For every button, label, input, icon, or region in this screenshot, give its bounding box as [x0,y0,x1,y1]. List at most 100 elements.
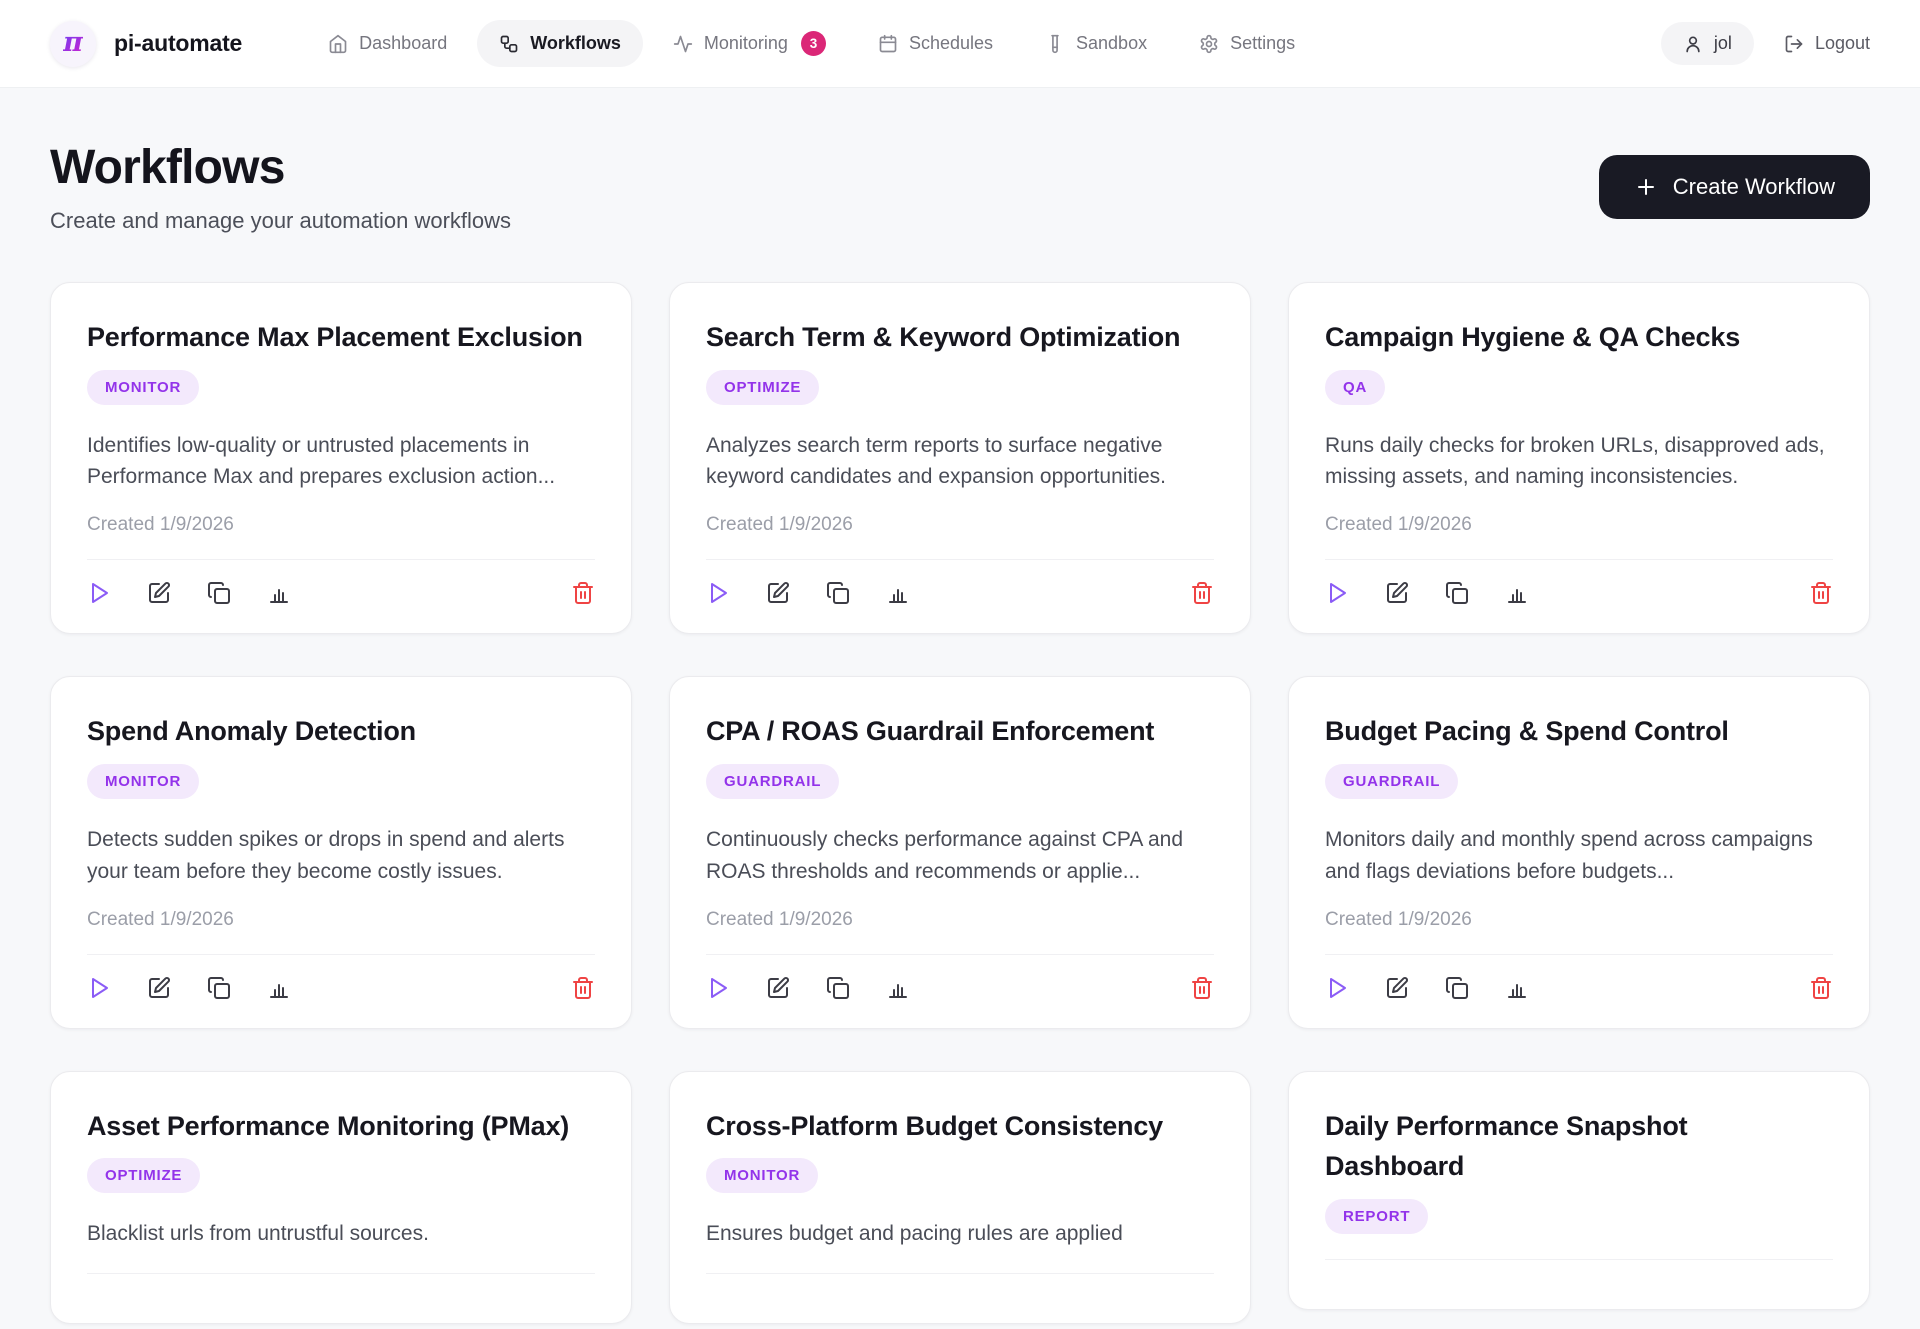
workflow-actions [87,1273,595,1295]
duplicate-workflow-button[interactable] [1445,581,1469,605]
duplicate-workflow-button[interactable] [826,581,850,605]
logout-label: Logout [1815,33,1870,54]
nav-item-monitoring[interactable]: Monitoring 3 [651,18,848,69]
monitoring-count-badge: 3 [801,31,826,56]
workflow-created-date: Created 1/9/2026 [706,514,1214,536]
workflow-actions [706,1273,1214,1295]
duplicate-workflow-button[interactable] [207,976,231,1000]
workflow-created-date: Created 1/9/2026 [706,909,1214,931]
edit-workflow-button[interactable] [147,976,171,1000]
workflow-title: Cross-Platform Budget Consistency [706,1106,1214,1147]
trash-icon [1190,976,1214,1000]
delete-workflow-button[interactable] [571,976,595,1000]
edit-icon [1385,976,1409,1000]
edit-workflow-button[interactable] [766,581,790,605]
delete-workflow-button[interactable] [571,581,595,605]
username: jol [1714,33,1732,54]
activity-icon [673,34,693,54]
badge-row: MONITOR [706,1158,1214,1193]
badge-row: REPORT [1325,1199,1833,1234]
workflow-stats-button[interactable] [1505,976,1529,1000]
delete-workflow-button[interactable] [1809,581,1833,605]
workflow-description: Detects sudden spikes or drops in spend … [87,824,595,888]
create-workflow-button[interactable]: Create Workflow [1599,155,1870,219]
workflow-description: Continuously checks performance against … [706,824,1214,888]
workflow-title: Asset Performance Monitoring (PMax) [87,1106,595,1147]
nav-item-workflows[interactable]: Workflows [477,20,643,67]
calendar-icon [878,34,898,54]
workflow-title: CPA / ROAS Guardrail Enforcement [706,711,1214,752]
gear-icon [1199,34,1219,54]
nav-item-sandbox[interactable]: Sandbox [1023,20,1169,67]
workflow-created-date: Created 1/9/2026 [1325,514,1833,536]
bar-chart-icon [1505,976,1529,1000]
workflow-stats-button[interactable] [886,581,910,605]
bar-chart-icon [267,581,291,605]
copy-icon [1445,976,1469,1000]
nav-item-label: Settings [1230,33,1295,54]
workflow-tag-badge: OPTIMIZE [706,370,819,405]
badge-row: GUARDRAIL [1325,764,1833,799]
play-icon [87,976,111,1000]
nav-item-dashboard[interactable]: Dashboard [306,20,469,67]
workflow-tag-badge: MONITOR [87,764,199,799]
nav-item-settings[interactable]: Settings [1177,20,1317,67]
house-icon [328,34,348,54]
play-icon [706,581,730,605]
page-header-text: Workflows Create and manage your automat… [50,140,511,234]
edit-icon [147,581,171,605]
workflow-grid: Performance Max Placement Exclusion MONI… [50,282,1870,1324]
edit-workflow-button[interactable] [1385,581,1409,605]
main-content: Workflows Create and manage your automat… [0,140,1920,1324]
workflow-actions [87,954,595,1000]
copy-icon [207,976,231,1000]
delete-workflow-button[interactable] [1190,976,1214,1000]
edit-workflow-button[interactable] [766,976,790,1000]
workflow-tag-badge: GUARDRAIL [706,764,839,799]
duplicate-workflow-button[interactable] [207,581,231,605]
workflow-description: Blacklist urls from untrustful sources. [87,1218,595,1250]
run-workflow-button[interactable] [1325,976,1349,1000]
workflow-title: Campaign Hygiene & QA Checks [1325,317,1833,358]
edit-workflow-button[interactable] [1385,976,1409,1000]
workflow-actions [706,954,1214,1000]
test-tube-icon [1045,34,1065,54]
workflow-description: Runs daily checks for broken URLs, disap… [1325,430,1833,494]
workflow-tag-badge: REPORT [1325,1199,1428,1234]
workflow-stats-button[interactable] [267,581,291,605]
workflow-title: Daily Performance Snapshot Dashboard [1325,1106,1833,1187]
workflow-stats-button[interactable] [1505,581,1529,605]
logout-button[interactable]: Logout [1784,33,1870,54]
workflow-stats-button[interactable] [267,976,291,1000]
run-workflow-button[interactable] [706,976,730,1000]
app-logo: π [50,21,96,67]
trash-icon [1809,581,1833,605]
workflow-card: CPA / ROAS Guardrail Enforcement GUARDRA… [669,676,1251,1028]
edit-icon [1385,581,1409,605]
delete-workflow-button[interactable] [1809,976,1833,1000]
duplicate-workflow-button[interactable] [826,976,850,1000]
badge-row: OPTIMIZE [706,370,1214,405]
workflow-description: Identifies low-quality or untrusted plac… [87,430,595,494]
duplicate-workflow-button[interactable] [1445,976,1469,1000]
run-workflow-button[interactable] [87,976,111,1000]
nav-item-schedules[interactable]: Schedules [856,20,1015,67]
run-workflow-button[interactable] [706,581,730,605]
play-icon [1325,976,1349,1000]
workflow-card: Search Term & Keyword Optimization OPTIM… [669,282,1251,634]
run-workflow-button[interactable] [1325,581,1349,605]
edit-workflow-button[interactable] [147,581,171,605]
run-workflow-button[interactable] [87,581,111,605]
workflow-tag-badge: MONITOR [706,1158,818,1193]
bar-chart-icon [267,976,291,1000]
bar-chart-icon [1505,581,1529,605]
user-menu[interactable]: jol [1661,22,1754,65]
play-icon [706,976,730,1000]
workflow-tag-badge: GUARDRAIL [1325,764,1458,799]
badge-row: QA [1325,370,1833,405]
workflow-stats-button[interactable] [886,976,910,1000]
brand-name: pi-automate [114,30,242,57]
delete-workflow-button[interactable] [1190,581,1214,605]
workflow-card: Asset Performance Monitoring (PMax) OPTI… [50,1071,632,1324]
nav-item-label: Workflows [530,33,621,54]
